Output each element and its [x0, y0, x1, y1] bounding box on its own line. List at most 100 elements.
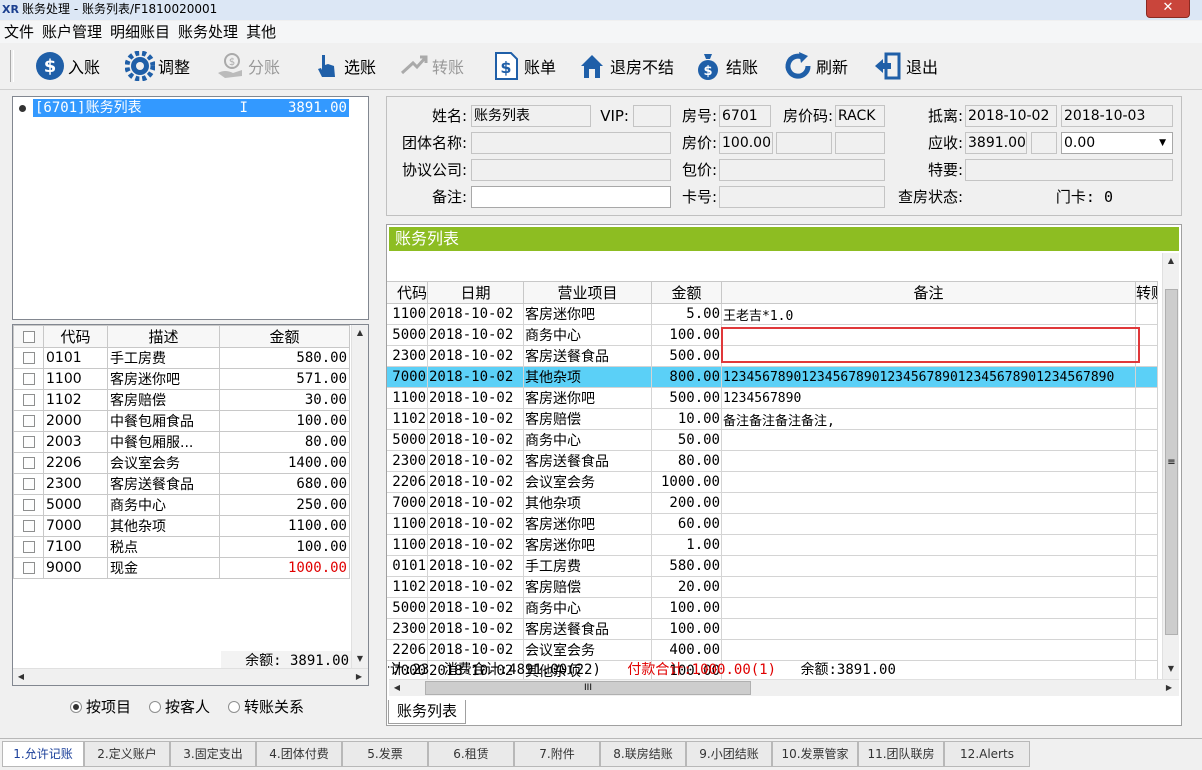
transfer-button[interactable]: 转账 — [398, 49, 464, 83]
scroll-up-arrow-icon[interactable]: ▲ — [1163, 253, 1179, 269]
status-tab-10[interactable]: 10.发票管家 — [772, 741, 858, 767]
radio-by-guest[interactable]: 按客人 — [149, 696, 210, 717]
menu-file[interactable]: 文件 — [0, 21, 38, 43]
table-row[interactable]: 0101 2018-10-02 手工房费 580.00 — [387, 555, 1158, 577]
menu-detail-accounts[interactable]: 明细账目 — [106, 21, 174, 43]
grid-hscrollbar[interactable]: ◀ III ▶ — [389, 679, 1179, 696]
col-header-desc[interactable]: 描述 — [107, 325, 220, 348]
status-tab-8[interactable]: 8.联房结账 — [600, 741, 686, 767]
bill-button[interactable]: $ 账单 — [490, 49, 556, 83]
split-account-button[interactable]: $ 分账 — [214, 49, 280, 83]
code-row[interactable]: 9000 现金 1000.00 — [13, 557, 350, 579]
row-checkbox[interactable] — [13, 452, 44, 474]
name-field[interactable]: 账务列表 — [471, 105, 591, 127]
col-header-remark[interactable]: 备注 — [721, 281, 1136, 304]
code-row[interactable]: 5000 商务中心 250.00 — [13, 494, 350, 516]
table-row[interactable]: 1102 2018-10-02 客房赔偿 20.00 — [387, 576, 1158, 598]
scroll-up-arrow-icon[interactable]: ▲ — [352, 325, 368, 341]
grid-vscroll-thumb[interactable]: ≡ — [1165, 289, 1178, 635]
table-row[interactable]: 2300 2018-10-02 客房送餐食品 80.00 — [387, 450, 1158, 472]
table-row[interactable]: 7000 2018-10-02 其他杂项 200.00 — [387, 492, 1158, 514]
code-row[interactable]: 1100 客房迷你吧 571.00 — [13, 368, 350, 390]
tree-node-6701[interactable]: [6701]账务列表 I 3891.00 — [19, 99, 349, 117]
code-list-hscrollbar[interactable]: ◀ ▶ — [13, 668, 368, 685]
close-button[interactable]: ✕ — [1146, 0, 1190, 18]
refresh-button[interactable]: 刷新 — [782, 49, 848, 83]
price-field[interactable]: 100.00 — [719, 132, 773, 154]
code-list-vscrollbar[interactable]: ▲ ▼ — [351, 325, 368, 668]
code-row[interactable]: 2003 中餐包厢服... 80.00 — [13, 431, 350, 453]
select-account-button[interactable]: 选账 — [310, 49, 376, 83]
rate-code-field[interactable]: RACK — [835, 105, 885, 127]
row-checkbox[interactable] — [13, 347, 44, 369]
table-row[interactable]: 1100 2018-10-02 客房迷你吧 1.00 — [387, 534, 1158, 556]
status-tab-3[interactable]: 3.固定支出 — [170, 741, 256, 767]
scroll-left-arrow-icon[interactable]: ◀ — [389, 680, 405, 696]
row-checkbox[interactable] — [13, 515, 44, 537]
scroll-down-arrow-icon[interactable]: ▼ — [1163, 661, 1179, 677]
col-header-item[interactable]: 营业项目 — [523, 281, 652, 304]
menu-account-processing[interactable]: 账务处理 — [174, 21, 242, 43]
chevron-down-icon[interactable]: ▼ — [1159, 133, 1166, 153]
tree-node-selected[interactable]: [6701]账务列表 I 3891.00 — [33, 99, 349, 117]
col-header-code[interactable]: 代码 — [43, 325, 108, 348]
row-checkbox[interactable] — [13, 536, 44, 558]
company-field[interactable] — [471, 159, 671, 181]
code-row[interactable]: 1102 客房赔偿 30.00 — [13, 389, 350, 411]
special-field[interactable] — [965, 159, 1173, 181]
row-checkbox[interactable] — [13, 389, 44, 411]
remark-field[interactable] — [471, 186, 671, 208]
table-row[interactable]: 1100 2018-10-02 客房迷你吧 5.00 王老吉*1.0 — [387, 303, 1158, 325]
adjust-button[interactable]: 调整 — [124, 49, 190, 83]
menu-other[interactable]: 其他 — [242, 21, 280, 43]
code-row[interactable]: 2206 会议室会务 1400.00 — [13, 452, 350, 474]
status-tab-7[interactable]: 7.附件 — [514, 741, 600, 767]
scroll-right-arrow-icon[interactable]: ▶ — [1161, 680, 1177, 696]
price-extra-field-2[interactable] — [835, 132, 885, 154]
menu-account-management[interactable]: 账户管理 — [38, 21, 106, 43]
card-field[interactable] — [719, 186, 885, 208]
grid-vscrollbar[interactable]: ▲ ≡ ▼ — [1162, 253, 1179, 679]
status-tab-4[interactable]: 4.团体付费 — [256, 741, 342, 767]
table-row[interactable]: 2206 2018-10-02 会议室会务 400.00 — [387, 639, 1158, 661]
account-tree[interactable]: [6701]账务列表 I 3891.00 — [12, 96, 369, 320]
row-checkbox[interactable] — [13, 473, 44, 495]
status-tab-11[interactable]: 11.团队联房 — [858, 741, 944, 767]
row-checkbox[interactable] — [13, 431, 44, 453]
table-row[interactable]: 2300 2018-10-02 客房送餐食品 100.00 — [387, 618, 1158, 640]
price-extra-field-1[interactable] — [776, 132, 832, 154]
col-header-amount[interactable]: 金额 — [651, 281, 722, 304]
row-checkbox[interactable] — [13, 557, 44, 579]
status-tab-5[interactable]: 5.发票 — [342, 741, 428, 767]
post-charge-button[interactable]: $ 入账 — [34, 49, 100, 83]
departure-date-field[interactable]: 2018-10-03 — [1061, 105, 1173, 127]
col-header-transfer[interactable]: 转账 — [1135, 281, 1158, 304]
code-row[interactable]: 7100 税点 100.00 — [13, 536, 350, 558]
status-tab-12[interactable]: 12.Alerts — [944, 741, 1030, 767]
col-header-date[interactable]: 日期 — [427, 281, 524, 304]
status-tab-6[interactable]: 6.租赁 — [428, 741, 514, 767]
receivable-field[interactable]: 3891.00 — [965, 132, 1027, 154]
col-header-amount[interactable]: 金额 — [219, 325, 350, 348]
select-all-checkbox[interactable] — [13, 325, 44, 348]
scroll-right-arrow-icon[interactable]: ▶ — [351, 669, 367, 685]
settle-button[interactable]: $ 结账 — [692, 49, 758, 83]
scroll-left-arrow-icon[interactable]: ◀ — [13, 669, 29, 685]
row-checkbox[interactable] — [13, 494, 44, 516]
checkout-unsettled-button[interactable]: 退房不结 — [576, 49, 674, 83]
radio-by-item[interactable]: 按项目 — [70, 696, 131, 717]
table-row[interactable]: 5000 2018-10-02 商务中心 100.00 — [387, 597, 1158, 619]
row-checkbox[interactable] — [13, 368, 44, 390]
code-row[interactable]: 7000 其他杂项 1100.00 — [13, 515, 350, 537]
arrival-date-field[interactable]: 2018-10-02 — [965, 105, 1057, 127]
table-row[interactable]: 1102 2018-10-02 客房赔偿 10.00 备注备注备注备注, — [387, 408, 1158, 430]
tab-account-list[interactable]: 账务列表 — [388, 700, 466, 724]
col-header-code[interactable]: 代码 — [387, 281, 428, 304]
receivable-spacer-field[interactable] — [1031, 132, 1057, 154]
receivable-select[interactable]: 0.00 ▼ — [1061, 132, 1173, 154]
table-row-selected[interactable]: 7000 2018-10-02 其他杂项 800.00 1234567890123456… — [387, 366, 1158, 388]
room-field[interactable]: 6701 — [719, 105, 771, 127]
package-field[interactable] — [719, 159, 885, 181]
radio-transfer-relation[interactable]: 转账关系 — [228, 696, 304, 717]
code-row[interactable]: 2000 中餐包厢食品 100.00 — [13, 410, 350, 432]
